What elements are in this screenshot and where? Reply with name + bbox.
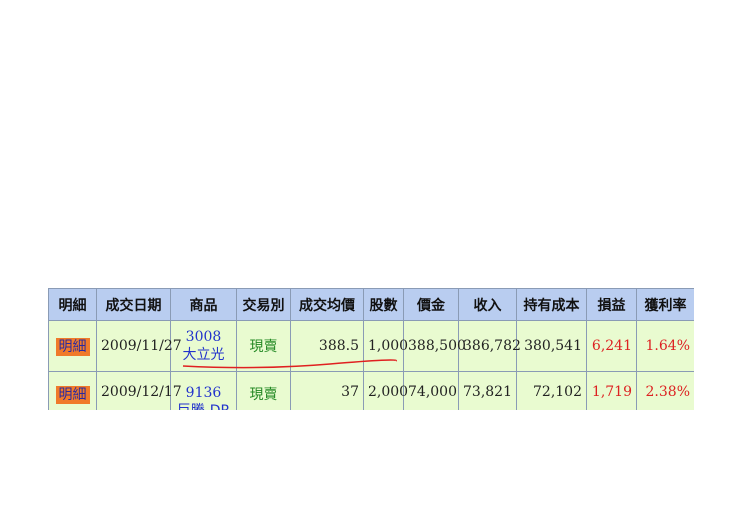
header-cell: 持有成本 xyxy=(516,288,587,321)
header-cell: 商品 xyxy=(170,288,237,321)
trade-type-cell: 現賣 xyxy=(236,320,291,372)
product-code[interactable]: 3008 xyxy=(175,328,232,346)
shares-cell: 2,000 xyxy=(363,371,408,410)
header-cell: 收入 xyxy=(458,288,517,321)
product-code[interactable]: 9136 xyxy=(175,384,232,402)
amount-cell: 388,500 xyxy=(403,320,466,372)
product-name[interactable]: 巨騰-DR xyxy=(175,402,232,410)
income-cell: 386,782 xyxy=(458,320,521,372)
trade-type-cell: 現賣 xyxy=(236,371,291,410)
table-row: 明細 2009/11/27 3008 大立光 現賣 388.5 1,000 388… xyxy=(48,320,694,372)
detail-button[interactable]: 明細 xyxy=(55,386,90,404)
cost-cell: 380,541 xyxy=(516,320,587,372)
avg-price-cell: 37 xyxy=(290,371,364,410)
product-name[interactable]: 大立光 xyxy=(175,346,232,364)
pnl-cell: 6,241 xyxy=(586,320,637,372)
header-cell: 損益 xyxy=(586,288,637,321)
header-cell: 價金 xyxy=(403,288,459,321)
date-cell: 2009/11/27 xyxy=(96,320,182,372)
income-cell: 73,821 xyxy=(458,371,517,410)
header-cell: 獲利率 xyxy=(636,288,694,321)
header-row: 明細 成交日期 商品 交易別 成交均價 股數 價金 收入 持有成本 損益 獲利率 xyxy=(48,288,694,321)
cost-cell: 72,102 xyxy=(516,371,587,410)
table-row: 明細 2009/12/17 9136巨騰-DR 現賣 37 2,000 74,0… xyxy=(48,371,694,410)
amount-cell: 74,000 xyxy=(403,371,459,410)
header-cell: 成交日期 xyxy=(96,288,171,321)
trade-table-container: 明細 成交日期 商品 交易別 成交均價 股數 價金 收入 持有成本 損益 獲利率… xyxy=(48,288,694,410)
header-cell: 成交均價 xyxy=(290,288,364,321)
trade-table: 明細 成交日期 商品 交易別 成交均價 股數 價金 收入 持有成本 損益 獲利率… xyxy=(48,288,694,410)
pnl-cell: 1,719 xyxy=(586,371,637,410)
header-cell: 交易別 xyxy=(236,288,291,321)
avg-price-cell: 388.5 xyxy=(290,320,364,372)
date-cell: 2009/12/17 xyxy=(96,371,182,410)
rate-cell: 2.38% xyxy=(636,371,694,410)
header-cell: 明細 xyxy=(48,288,97,321)
header-cell: 股數 xyxy=(363,288,404,321)
detail-button[interactable]: 明細 xyxy=(55,338,90,356)
red-underline-annotation xyxy=(182,359,397,369)
rate-cell: 1.64% xyxy=(636,320,694,372)
shares-cell: 1,000 xyxy=(363,320,408,372)
